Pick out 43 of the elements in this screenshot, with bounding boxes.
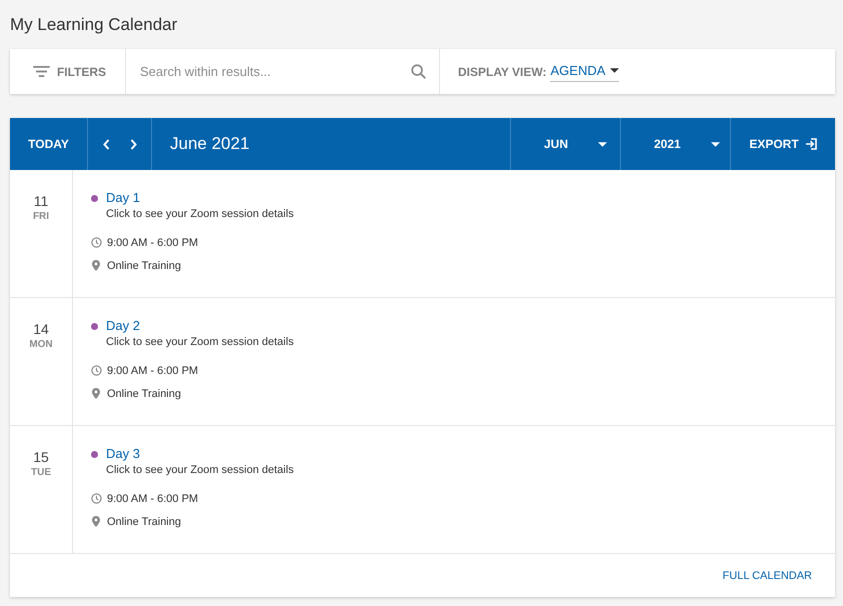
event-title-link[interactable]: Day 1 [106, 190, 140, 206]
chevron-left-icon [102, 138, 110, 150]
day-number: 11 [34, 193, 48, 210]
weekday-label: FRI [32, 210, 50, 223]
month-dropdown[interactable]: JUN [511, 118, 621, 170]
page-title: My Learning Calendar [10, 14, 178, 36]
chevron-right-icon [130, 138, 136, 150]
display-view-dropdown[interactable]: AGENDA [550, 61, 620, 82]
event-title-link[interactable]: Day 2 [106, 318, 140, 334]
clock-icon [91, 237, 102, 248]
calendar-title: June 2021 [170, 134, 250, 154]
event-location: Online Training [107, 516, 181, 528]
day-number: 15 [33, 449, 49, 466]
clock-icon [91, 493, 102, 504]
search-icon[interactable] [411, 64, 426, 79]
caret-icon [710, 142, 720, 146]
full-calendar-link[interactable]: FULL CALENDAR [722, 570, 812, 582]
caret-icon [598, 142, 608, 146]
map-pin-icon [92, 516, 100, 527]
clock-icon [91, 365, 102, 376]
year-dropdown[interactable]: 2021 [621, 118, 731, 170]
event-description: Click to see your Zoom session details [106, 463, 294, 477]
weekday-label: MON [29, 338, 53, 351]
weekday-label: TUE [31, 466, 51, 479]
event-time: 9:00 AM - 6:00 PM [107, 492, 198, 504]
day-number: 14 [33, 321, 49, 338]
map-pin-icon [92, 260, 100, 271]
event-location: Online Training [107, 260, 181, 272]
caret-icon [610, 68, 620, 73]
filters-button[interactable]: FILTERS [10, 49, 126, 94]
event-description: Click to see your Zoom session details [106, 207, 294, 221]
display-view-label: DISPLAY VIEW: [458, 64, 546, 78]
today-button[interactable]: TODAY [10, 118, 88, 170]
event-location: Online Training [107, 388, 181, 400]
export-button[interactable]: EXPORT [731, 118, 835, 170]
event-time: 9:00 AM - 6:00 PM [107, 364, 198, 376]
map-pin-icon [92, 388, 100, 399]
event-time: 9:00 AM - 6:00 PM [107, 236, 198, 248]
event-description: Click to see your Zoom session details [106, 335, 294, 349]
event-title-link[interactable]: Day 3 [106, 446, 140, 462]
search-field[interactable]: Search within results... [140, 64, 403, 79]
filter-icon [32, 66, 50, 77]
export-icon [804, 138, 817, 150]
